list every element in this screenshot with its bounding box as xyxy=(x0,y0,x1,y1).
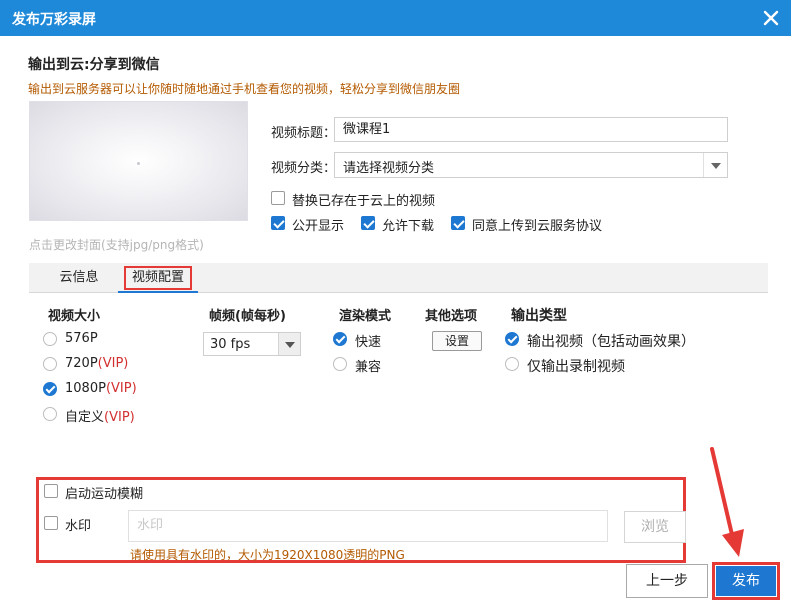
public-display-checkbox[interactable] xyxy=(271,216,285,230)
output-full-label: 输出视频（包括动画效果） xyxy=(527,334,695,350)
tab-cloud-info-label: 云信息 xyxy=(59,270,99,285)
render-fast-radio[interactable] xyxy=(333,332,347,346)
size-custom-vip: (VIP) xyxy=(104,410,135,425)
fps-select[interactable]: 30 fps xyxy=(203,332,301,356)
category-value: 请选择视频分类 xyxy=(343,161,435,176)
size-1080p-radio[interactable] xyxy=(43,382,57,396)
output-recording-label: 仅输出录制视频 xyxy=(527,359,625,375)
size-custom-label: 自定义(VIP) xyxy=(65,406,135,425)
title-label: 视频标题： xyxy=(271,126,337,141)
size-custom-text: 自定义 xyxy=(65,410,105,425)
size-576p-label: 576P xyxy=(65,331,98,346)
watermark-hint: 请使用具有水印的，大小为1920X1080透明的PNG xyxy=(130,548,405,562)
fps-value: 30 fps xyxy=(210,337,251,352)
size-576p-text: 576P xyxy=(65,331,98,346)
cloud-subheading: 输出到云服务器可以让你随时随地通过手机查看您的视频，轻松分享到微信朋友圈 xyxy=(28,82,461,96)
output-recording-radio[interactable] xyxy=(505,357,519,371)
size-720p-vip: (VIP) xyxy=(97,356,129,371)
publish-button[interactable]: 发布 xyxy=(716,566,776,596)
size-720p-text: 720P xyxy=(65,356,98,371)
size-1080p-label: 1080P(VIP) xyxy=(65,381,137,396)
browse-button[interactable]: 浏览 xyxy=(624,511,686,543)
size-1080p-vip: (VIP) xyxy=(105,381,137,396)
tab-cloud-info[interactable]: 云信息 xyxy=(44,263,114,293)
settings-button[interactable]: 设置 xyxy=(432,331,482,351)
output-type-title: 输出类型 xyxy=(511,308,567,324)
window-title: 发布万彩录屏 xyxy=(12,12,96,28)
size-720p-radio[interactable] xyxy=(43,357,57,371)
size-custom-radio[interactable] xyxy=(43,407,57,421)
output-full-radio[interactable] xyxy=(505,332,519,346)
category-label: 视频分类： xyxy=(271,161,337,176)
previous-step-button[interactable]: 上一步 xyxy=(626,564,708,598)
replace-existing-checkbox[interactable] xyxy=(271,191,285,205)
render-mode-title: 渲染模式 xyxy=(339,309,392,324)
agree-terms-checkbox[interactable] xyxy=(451,216,465,230)
watermark-label: 水印 xyxy=(65,519,92,534)
title-bar: 发布万彩录屏 xyxy=(0,0,791,36)
video-title-input[interactable]: 微课程1 xyxy=(334,117,728,142)
render-compat-radio[interactable] xyxy=(333,357,347,371)
allow-download-checkbox[interactable] xyxy=(361,216,375,230)
chevron-down-icon[interactable] xyxy=(703,153,727,177)
cloud-heading: 输出到云:分享到微信 xyxy=(28,57,160,73)
watermark-input[interactable]: 水印 xyxy=(128,510,608,542)
cover-hint[interactable]: 点击更改封面(支持jpg/png格式) xyxy=(29,236,204,253)
close-icon[interactable] xyxy=(759,6,783,30)
render-compat-label: 兼容 xyxy=(355,360,382,375)
tab-video-config-label: 视频配置 xyxy=(123,266,192,290)
other-options-title: 其他选项 xyxy=(425,309,478,324)
category-select[interactable]: 请选择视频分类 xyxy=(334,152,728,178)
fps-title: 帧频(帧每秒) xyxy=(209,309,286,324)
chevron-down-icon[interactable] xyxy=(278,333,300,355)
cover-center-dot xyxy=(137,162,140,165)
tab-video-config[interactable]: 视频配置 xyxy=(118,263,198,293)
motion-blur-label: 启动运动模糊 xyxy=(65,487,144,502)
size-720p-label: 720P(VIP) xyxy=(65,356,128,371)
watermark-checkbox[interactable] xyxy=(44,516,58,530)
render-fast-label: 快速 xyxy=(355,335,382,350)
replace-existing-label: 替换已存在于云上的视频 xyxy=(292,194,436,209)
allow-download-label: 允许下载 xyxy=(382,219,435,234)
video-size-title: 视频大小 xyxy=(48,309,101,324)
annotation-arrow-icon xyxy=(710,447,744,557)
public-display-label: 公开显示 xyxy=(292,219,345,234)
tab-bar: 云信息 视频配置 xyxy=(29,263,768,293)
size-576p-radio[interactable] xyxy=(43,332,57,346)
size-1080p-text: 1080P xyxy=(65,381,106,396)
cover-image[interactable] xyxy=(29,101,248,221)
agree-terms-label: 同意上传到云服务协议 xyxy=(472,219,603,234)
motion-blur-checkbox[interactable] xyxy=(44,484,58,498)
